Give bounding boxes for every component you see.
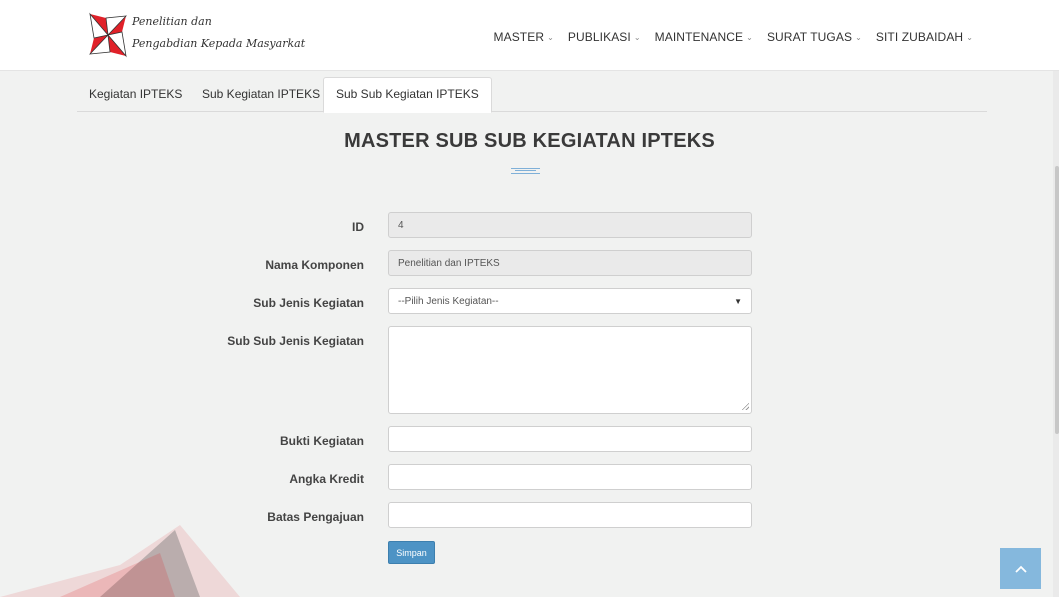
nav-user-label: SITI ZUBAIDAH [875,30,964,44]
sub-jenis-kegiatan-label: Sub Jenis Kegiatan [253,296,364,310]
nav-maintenance-label: MAINTENANCE [654,30,744,44]
chevron-up-icon [1014,565,1027,573]
sub-sub-jenis-kegiatan-textarea[interactable] [388,326,752,414]
nav-surat-tugas-label: SURAT TUGAS [766,30,853,44]
scrollbar-thumb[interactable] [1055,166,1059,434]
chevron-down-icon: ⌄ [855,32,862,42]
top-header: Penelitian dan Pengabdian Kepada Masyark… [0,0,1059,71]
main-nav: MASTER ⌄ PUBLIKASI ⌄ MAINTENANCE ⌄ SURAT… [494,30,974,44]
id-label: ID [352,220,364,234]
nav-user-menu[interactable]: SITI ZUBAIDAH ⌄ [876,30,973,44]
sub-jenis-kegiatan-select[interactable]: --Pilih Jenis Kegiatan-- ▼ [388,288,752,314]
angka-kredit-input[interactable] [388,464,752,490]
watermark-logo [0,525,240,597]
sub-sub-jenis-kegiatan-label: Sub Sub Jenis Kegiatan [227,334,364,348]
nama-komponen-label: Nama Komponen [265,258,364,272]
id-field[interactable] [388,212,752,238]
tab-kegiatan-ipteks[interactable]: Kegiatan IPTEKS [77,77,194,112]
back-to-top-button[interactable] [1000,548,1041,589]
nav-master-label: MASTER [493,30,545,44]
nav-publikasi-label: PUBLIKASI [567,30,631,44]
chevron-down-icon: ⌄ [746,32,753,42]
batas-pengajuan-input[interactable] [388,502,752,528]
nav-surat-tugas[interactable]: SURAT TUGAS ⌄ [767,30,862,44]
bukti-kegiatan-label: Bukti Kegiatan [279,434,364,448]
chevron-down-icon: ⌄ [966,32,973,42]
resize-handle-icon[interactable] [741,402,749,410]
brand-line-1: Penelitian dan [132,15,212,28]
title-divider [511,168,540,174]
sub-jenis-kegiatan-selected: --Pilih Jenis Kegiatan-- [398,295,499,307]
nav-maintenance[interactable]: MAINTENANCE ⌄ [655,30,753,44]
simpan-button[interactable]: Simpan [388,541,435,564]
tab-bar: Kegiatan IPTEKS Sub Kegiatan IPTEKS Sub … [77,77,987,113]
page-title: MASTER SUB SUB KEGIATAN IPTEKS [344,130,715,152]
chevron-down-icon: ⌄ [547,32,554,42]
chevron-down-icon: ⌄ [633,32,641,42]
nav-master[interactable]: MASTER ⌄ [494,30,554,44]
bukti-kegiatan-input[interactable] [388,426,752,452]
tab-sub-kegiatan-ipteks[interactable]: Sub Kegiatan IPTEKS [190,77,332,112]
nama-komponen-field[interactable] [388,250,752,276]
batas-pengajuan-label: Batas Pengajuan [267,510,364,524]
nav-publikasi[interactable]: PUBLIKASI ⌄ [568,30,641,44]
pinwheel-logo[interactable] [88,12,128,58]
tab-sub-sub-kegiatan-ipteks[interactable]: Sub Sub Kegiatan IPTEKS [323,77,492,113]
caret-down-icon: ▼ [734,296,742,306]
brand-line-2: Pengabdian Kepada Masyarkat [132,37,306,50]
angka-kredit-label: Angka Kredit [289,472,364,486]
